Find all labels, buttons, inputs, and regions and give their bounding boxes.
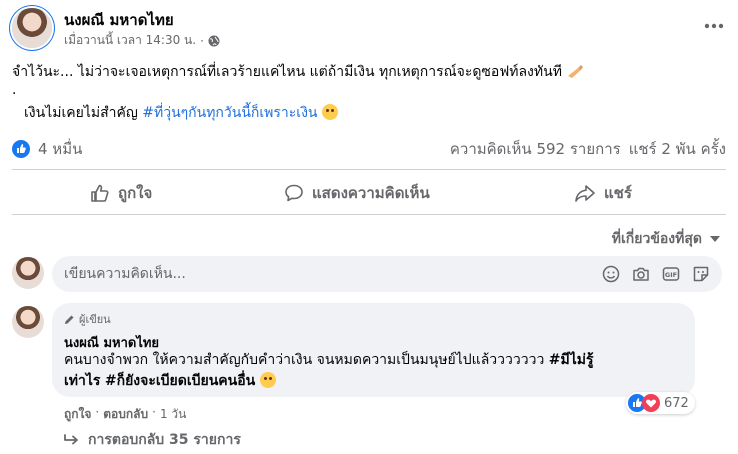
- comment-reactions[interactable]: 672: [626, 392, 695, 414]
- sort-label[interactable]: ที่เกี่ยวข้องที่สุด: [612, 228, 702, 250]
- like-label[interactable]: ถูกใจ: [118, 181, 152, 205]
- comment-actions: ถูกใจ · ตอบกลับ · 1 วัน: [64, 405, 186, 424]
- pencil-icon: [65, 315, 74, 324]
- view-replies-link[interactable]: การตอบกลับ 35 รายการ: [64, 429, 241, 451]
- svg-text:GIF: GIF: [665, 271, 677, 279]
- view-replies-label[interactable]: การตอบกลับ 35 รายการ: [88, 429, 241, 451]
- more-options-button[interactable]: [700, 12, 728, 40]
- comment-hashtag-1-part1[interactable]: #มีไม่รู้: [549, 352, 594, 368]
- reply-arrow-icon: [64, 434, 78, 445]
- author-avatar[interactable]: [12, 8, 52, 48]
- divider: [12, 169, 726, 170]
- comment-reaction-count[interactable]: 672: [664, 396, 689, 411]
- globe-icon: [208, 35, 220, 46]
- comment-label[interactable]: แสดงความคิดเห็น: [312, 181, 430, 205]
- divider: [12, 214, 726, 215]
- post-line-1: จำไว้นะ... ไม่ว่าจะเจอเหตุการณ์ที่เลวร้า…: [12, 62, 584, 82]
- reactions-count[interactable]: 4 หมื่น: [38, 137, 82, 161]
- comment-button[interactable]: แสดงความคิดเห็น: [284, 181, 430, 205]
- share-button[interactable]: แชร์: [574, 181, 632, 205]
- rolling-eyes-emoji-icon: [259, 372, 276, 388]
- post-author-name[interactable]: นงผณี มหาดไทย: [64, 8, 174, 32]
- sticker-icon[interactable]: [692, 265, 710, 283]
- shares-count[interactable]: แชร์ 2 พัน ครั้ง: [629, 137, 726, 161]
- timestamp-text[interactable]: เมื่อวานนี้ เวลา 14:30 น.: [64, 31, 196, 50]
- caret-down-icon: [710, 236, 720, 242]
- post-line-2: .: [12, 82, 17, 98]
- comment-hashtag-2[interactable]: #ก็ยังจะเบียดเบียนคนอื่น: [105, 373, 255, 389]
- commenter-avatar[interactable]: [12, 306, 44, 338]
- comment-like-button[interactable]: ถูกใจ: [64, 405, 91, 424]
- author-badge-label: ผู้เขียน: [79, 313, 111, 326]
- comment-input[interactable]: เขียนความคิดเห็น... GIF: [52, 256, 722, 292]
- comment-text-line1: คนบางจำพวก ให้ความสำคัญกับคำว่าเงิน จนหม…: [64, 352, 545, 368]
- gif-icon[interactable]: GIF: [662, 265, 680, 283]
- post-timestamp[interactable]: เมื่อวานนี้ เวลา 14:30 น. ·: [64, 31, 220, 50]
- post-line-3-text: เงินไม่เคยไม่สำคัญ: [24, 105, 138, 121]
- post-line-1-text: จำไว้นะ... ไม่ว่าจะเจอเหตุการณ์ที่เลวร้า…: [12, 64, 562, 80]
- love-reaction-icon: [642, 394, 660, 412]
- post-hashtag-link[interactable]: #ที่วุ่นๆกันทุกวันนี้ก็เพราะเงิน: [142, 105, 317, 121]
- emoji-icon[interactable]: [602, 265, 620, 283]
- comment-bubble: ผู้เขียน นงผณี มหาดไทย คนบางจำพวก ให้ควา…: [52, 303, 695, 397]
- share-label[interactable]: แชร์: [604, 181, 632, 205]
- comments-count[interactable]: ความคิดเห็น 592 รายการ: [450, 137, 621, 161]
- share-arrow-icon: [575, 185, 595, 202]
- like-reaction-icon: [12, 140, 30, 158]
- engagement-counts: ความคิดเห็น 592 รายการ แชร์ 2 พัน ครั้ง: [450, 137, 726, 161]
- reactions-summary[interactable]: 4 หมื่น: [12, 137, 82, 161]
- camera-icon[interactable]: [632, 265, 650, 283]
- comment-hashtag-1-part2[interactable]: เท่าไร: [64, 373, 100, 389]
- comment-reply-button[interactable]: ตอบกลับ: [103, 405, 148, 424]
- author-badge: ผู้เขียน: [64, 310, 111, 328]
- comment-input-placeholder[interactable]: เขียนความคิดเห็น...: [64, 263, 602, 285]
- more-horizontal-icon: [704, 23, 724, 29]
- smile-emoji-icon: [321, 104, 338, 120]
- post-line-3: เงินไม่เคยไม่สำคัญ #ที่วุ่นๆกันทุกวันนี้…: [24, 103, 338, 123]
- thumbs-up-icon: [91, 184, 109, 202]
- comment-text: คนบางจำพวก ให้ความสำคัญกับคำว่าเงิน จนหม…: [64, 350, 684, 392]
- comment-sort-dropdown[interactable]: ที่เกี่ยวข้องที่สุด: [612, 228, 720, 250]
- comment-time[interactable]: 1 วัน: [160, 405, 186, 424]
- current-user-avatar[interactable]: [12, 257, 44, 289]
- like-button[interactable]: ถูกใจ: [90, 181, 152, 205]
- comment-bubble-icon: [285, 184, 303, 202]
- writing-hand-emoji-icon: [568, 65, 584, 78]
